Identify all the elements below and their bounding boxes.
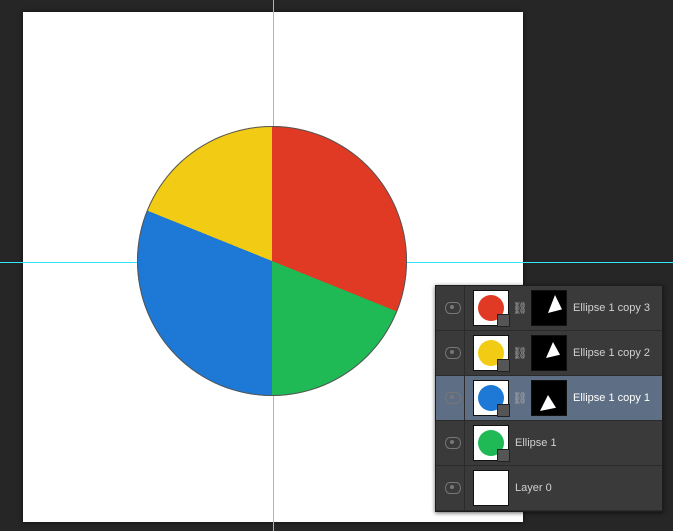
layer-row[interactable]: Ellipse 1 — [436, 421, 662, 466]
layer-name[interactable]: Ellipse 1 copy 1 — [573, 392, 656, 404]
layer-thumbnail[interactable] — [473, 290, 509, 326]
eye-icon — [445, 302, 461, 314]
layer-name[interactable]: Ellipse 1 copy 3 — [573, 302, 656, 314]
eye-icon — [445, 347, 461, 359]
layer-row[interactable]: ⛓ Ellipse 1 copy 1 — [436, 376, 662, 421]
visibility-toggle[interactable] — [442, 376, 465, 420]
link-icon[interactable]: ⛓ — [515, 301, 525, 315]
layer-name[interactable]: Layer 0 — [515, 482, 656, 494]
canvas-viewport[interactable]: ⛓ Ellipse 1 copy 3 ⛓ Ellipse 1 copy 2 ⛓ Ellip… — [0, 0, 673, 531]
layer-name[interactable]: Ellipse 1 — [515, 437, 656, 449]
layer-thumbnail[interactable] — [473, 380, 509, 416]
eye-icon — [445, 482, 461, 494]
layer-mask-thumbnail[interactable] — [531, 335, 567, 371]
link-icon[interactable]: ⛓ — [515, 346, 525, 360]
visibility-toggle[interactable] — [442, 286, 465, 330]
pie-chart[interactable] — [137, 126, 407, 396]
shape-layer-icon — [497, 314, 510, 327]
layer-mask-thumbnail[interactable] — [531, 380, 567, 416]
layer-thumbnail[interactable] — [473, 425, 509, 461]
visibility-toggle[interactable] — [442, 466, 465, 510]
visibility-toggle[interactable] — [442, 421, 465, 465]
layer-thumbnail[interactable] — [473, 470, 509, 506]
shape-layer-icon — [497, 404, 510, 417]
layer-name[interactable]: Ellipse 1 copy 2 — [573, 347, 656, 359]
link-icon[interactable]: ⛓ — [515, 391, 525, 405]
eye-icon — [445, 437, 461, 449]
shape-layer-icon — [497, 449, 510, 462]
shape-layer-icon — [497, 359, 510, 372]
eye-icon — [445, 392, 461, 404]
layer-mask-thumbnail[interactable] — [531, 290, 567, 326]
layer-thumbnail[interactable] — [473, 335, 509, 371]
layers-panel[interactable]: ⛓ Ellipse 1 copy 3 ⛓ Ellipse 1 copy 2 ⛓ Ellip… — [435, 285, 663, 512]
layer-row[interactable]: ⛓ Ellipse 1 copy 3 — [436, 286, 662, 331]
layer-row[interactable]: Layer 0 — [436, 466, 662, 511]
visibility-toggle[interactable] — [442, 331, 465, 375]
layer-row[interactable]: ⛓ Ellipse 1 copy 2 — [436, 331, 662, 376]
